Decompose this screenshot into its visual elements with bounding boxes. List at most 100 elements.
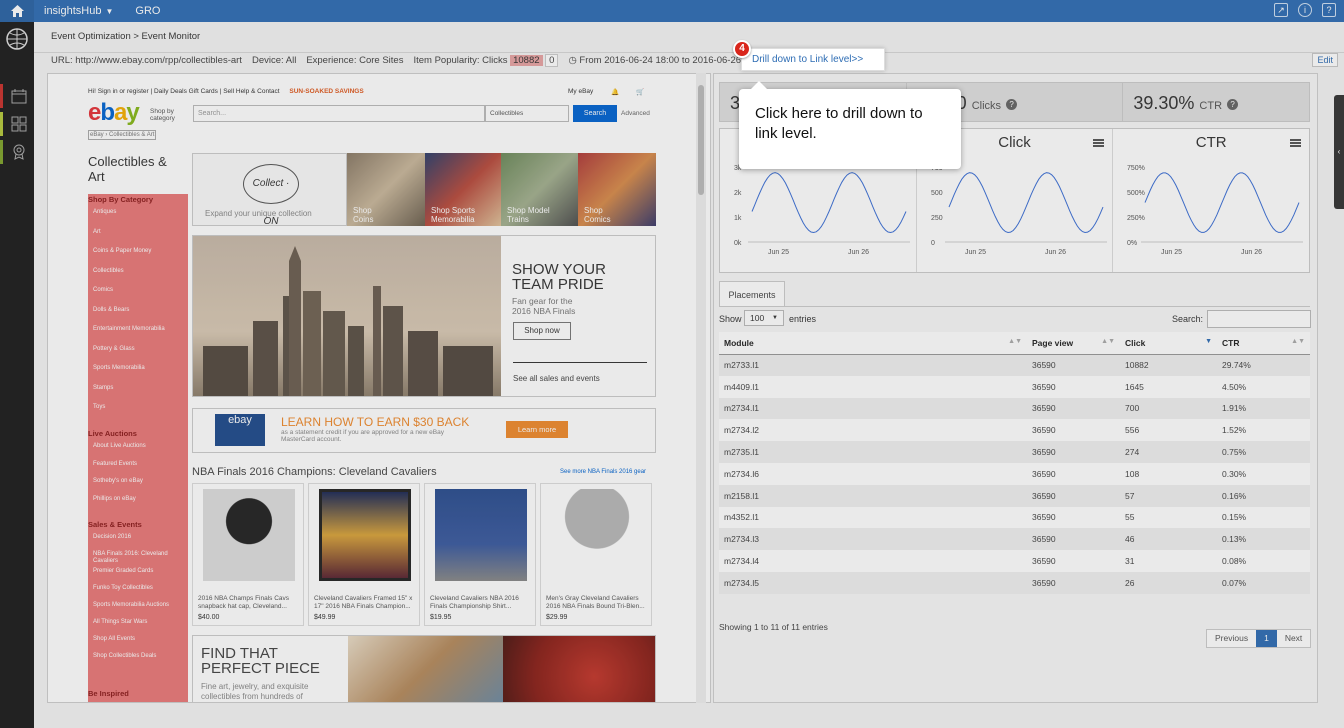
mastercard-banner[interactable]: ebay LEARN HOW TO EARN $30 BACK as a sta…	[192, 408, 656, 453]
ctr-stat: 39.30% CTR ?	[1123, 83, 1309, 121]
trend-chart-icon[interactable]: ↗	[1274, 3, 1288, 17]
find-perfect-piece-banner[interactable]: FIND THAT PERFECT PIECE Fine art, jewelr…	[192, 635, 656, 702]
globe-logo-icon[interactable]	[0, 22, 34, 56]
sidebar-link[interactable]: All Things Star Wars	[88, 619, 188, 626]
advanced-search-link[interactable]: Advanced	[621, 110, 650, 117]
table-row[interactable]: m2733.l1 36590 10882 29.74%	[719, 354, 1310, 376]
sidebar-link[interactable]: Art	[88, 229, 188, 236]
table-search-input[interactable]	[1207, 310, 1311, 328]
sidebar-link[interactable]: Coins & Paper Money	[88, 248, 188, 255]
my-ebay-link[interactable]: My eBay	[568, 88, 593, 95]
info-icon[interactable]: i	[1298, 3, 1312, 17]
ebay-search-button[interactable]: Search	[573, 105, 617, 122]
promo-banner[interactable]: SUN-SOAKED SAVINGS	[289, 88, 363, 95]
sidebar-link[interactable]: Shop Collectibles Deals	[88, 653, 188, 660]
ebay-top-links[interactable]: Hi! Sign in or register | Daily Deals Gi…	[88, 88, 280, 95]
sidebar-link[interactable]: Decision 2016	[88, 534, 188, 541]
page-size-select[interactable]: 100 ▼	[744, 310, 784, 326]
sidebar-link[interactable]: Featured Events	[88, 461, 188, 468]
scrollbar-thumb[interactable]	[698, 85, 704, 195]
sidebar-link[interactable]: Comics	[88, 287, 188, 294]
table-row[interactable]: m2734.l2 36590 556 1.52%	[719, 419, 1310, 442]
home-button[interactable]	[0, 0, 34, 22]
sidebar-link[interactable]: Dolls & Bears	[88, 307, 188, 314]
sidebar-link[interactable]: Stamps	[88, 385, 188, 392]
sidebar-link[interactable]: Collectibles	[88, 268, 188, 275]
side-panel-toggle[interactable]: ‹	[1334, 95, 1344, 209]
tab-placements[interactable]: Placements	[719, 281, 785, 307]
column-header-module[interactable]: Module ▲▼	[719, 332, 1027, 355]
bell-icon[interactable]: 🔔	[611, 88, 619, 96]
tile-comics[interactable]: Shop Comics	[578, 153, 656, 226]
next-button[interactable]: Next	[1277, 630, 1310, 647]
tile-model-trains[interactable]: Shop Model Trains	[501, 153, 578, 226]
sidebar-link[interactable]: Funko Toy Collectibles	[88, 585, 188, 592]
shop-by-category[interactable]: Shop by category	[150, 108, 186, 122]
table-cell: 31	[1120, 550, 1217, 572]
column-header-ctr[interactable]: CTR ▲▼	[1217, 332, 1310, 355]
collect-on-tile[interactable]: Collect · ON Expand your unique collecti…	[192, 153, 347, 227]
pagination: Previous 1 Next	[1206, 629, 1312, 648]
y-tick-label: 500%	[1127, 190, 1145, 197]
see-all-link[interactable]: See all sales and events	[513, 374, 600, 383]
help-icon[interactable]: ?	[1006, 98, 1018, 110]
tile-sports-memorabilia[interactable]: Shop Sports Memorabilia	[425, 153, 501, 226]
app-switcher[interactable]: insightsHub ▼	[44, 5, 113, 17]
sidebar-link[interactable]: Phillips on eBay	[88, 496, 188, 503]
page-1-button[interactable]: 1	[1256, 630, 1277, 647]
table-row[interactable]: m2734.l4 36590 31 0.08%	[719, 550, 1310, 572]
table-row[interactable]: m2158.l1 36590 57 0.16%	[719, 484, 1310, 507]
tile-coins[interactable]: Shop Coins	[347, 153, 425, 226]
table-cell: m2734.l4	[719, 550, 1027, 572]
page-preview: Hi! Sign in or register | Daily Deals Gi…	[47, 73, 711, 703]
column-header-click[interactable]: Click ▼	[1120, 332, 1217, 355]
preview-scrollbar[interactable]	[696, 73, 706, 703]
sidebar-link[interactable]: Sports Memorabilia Auctions	[88, 602, 188, 609]
table-row[interactable]: m2734.l1 36590 700 1.91%	[719, 397, 1310, 420]
table-row[interactable]: m4409.l1 36590 1645 4.50%	[719, 375, 1310, 398]
drill-down-link[interactable]: Drill down to Link level>>	[741, 48, 885, 71]
edit-button[interactable]: Edit	[1312, 53, 1338, 67]
previous-button[interactable]: Previous	[1207, 630, 1256, 647]
column-header-page-view[interactable]: Page view ▲▼	[1027, 332, 1120, 355]
table-row[interactable]: m2735.l1 36590 274 0.75%	[719, 441, 1310, 463]
table-row[interactable]: m2734.l5 36590 26 0.07%	[719, 571, 1310, 594]
table-row[interactable]: m4352.l1 36590 55 0.15%	[719, 506, 1310, 529]
table-cell: m2734.l6	[719, 462, 1027, 485]
ebay-category-select[interactable]: Collectibles	[485, 105, 569, 122]
sidebar-link[interactable]: Antiques	[88, 209, 188, 216]
gro-menu[interactable]: GRO	[135, 5, 160, 17]
x-tick-label: Jun 26	[1045, 249, 1066, 256]
ebay-search-input[interactable]: Search...	[193, 105, 485, 122]
dashboard-nav-button[interactable]	[0, 112, 34, 136]
sidebar-link[interactable]: Shop All Events	[88, 636, 188, 643]
sidebar-link[interactable]: About Live Auctions	[88, 443, 188, 450]
ebay-logo[interactable]: ebay	[88, 99, 140, 127]
sidebar-link[interactable]: Pottery & Glass	[88, 346, 188, 353]
nba-more-link[interactable]: See more NBA Finals 2016 gear	[560, 469, 646, 475]
product-card[interactable]: Cleveland Cavaliers NBA 2016 Finals Cham…	[424, 483, 536, 626]
tab-divider	[719, 306, 1310, 307]
help-icon[interactable]: ?	[1322, 3, 1336, 17]
cart-icon[interactable]: 🛒	[636, 88, 644, 96]
sidebar-link[interactable]: Premier Graded Cards	[88, 568, 188, 575]
sidebar-link[interactable]: Sports Memorabilia	[88, 365, 188, 372]
help-icon[interactable]: ?	[1227, 98, 1239, 110]
team-pride-banner[interactable]: SHOW YOUR TEAM PRIDE Fan gear for the 20…	[192, 235, 656, 397]
award-nav-button[interactable]	[0, 140, 34, 164]
sidebar-link[interactable]: Entertainment Memorabilia	[88, 326, 188, 333]
shop-now-button[interactable]: Shop now	[513, 322, 571, 340]
ebay-breadcrumb[interactable]: eBay › Collectibles & Art	[88, 130, 157, 140]
table-row[interactable]: m2734.l3 36590 46 0.13%	[719, 528, 1310, 551]
sidebar-link[interactable]: Toys	[88, 404, 188, 411]
learn-more-button[interactable]: Learn more	[506, 421, 568, 438]
nba-heading: NBA Finals 2016 Champions: Cleveland Cav…	[192, 466, 437, 478]
sidebar-link[interactable]: NBA Finals 2016: Cleveland Cavaliers	[88, 551, 188, 565]
product-card[interactable]: Cleveland Cavaliers Framed 15" x 17" 201…	[308, 483, 420, 626]
product-card[interactable]: Men's Gray Cleveland Cavaliers 2016 NBA …	[540, 483, 652, 626]
y-tick-label: 250%	[1127, 215, 1145, 222]
product-card[interactable]: 2016 NBA Champs Finals Cavs snapback hat…	[192, 483, 304, 626]
sidebar-link[interactable]: Sotheby's on eBay	[88, 478, 188, 485]
table-row[interactable]: m2734.l6 36590 108 0.30%	[719, 462, 1310, 485]
calendar-nav-button[interactable]	[0, 84, 34, 108]
